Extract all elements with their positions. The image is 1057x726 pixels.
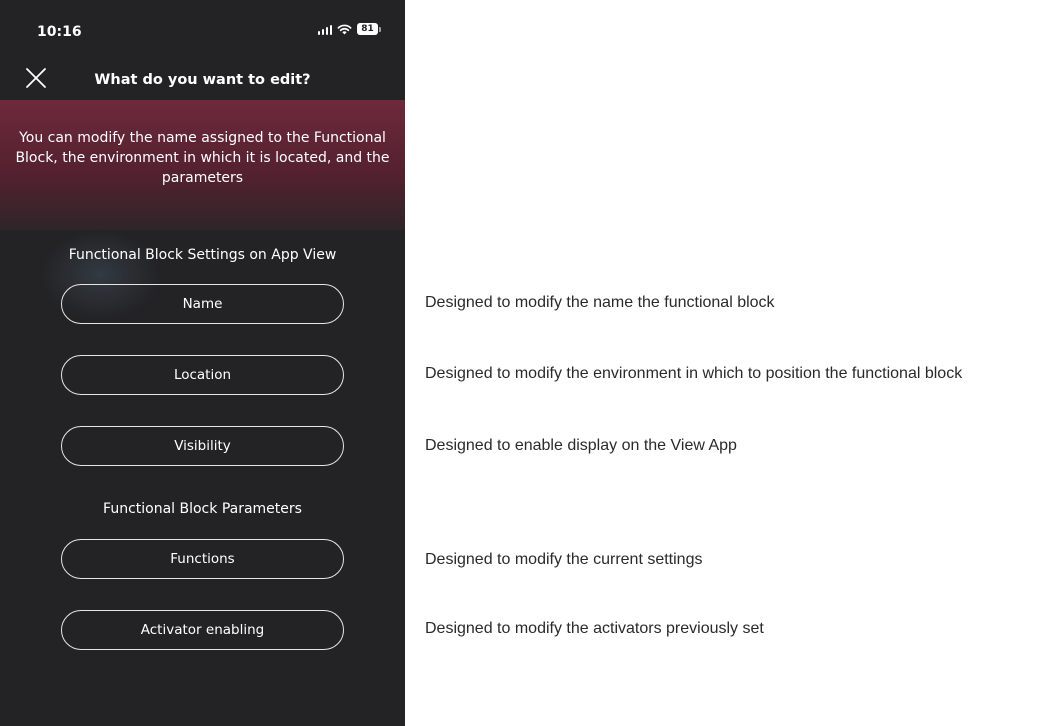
info-banner: You can modify the name assigned to the … [0, 100, 405, 230]
canvas: 10:16 81 What do you want to edit? You c… [0, 0, 1057, 726]
phone-screen: 10:16 81 What do you want to edit? You c… [0, 0, 405, 726]
wifi-icon [337, 24, 352, 34]
description-visibility: Designed to enable display on the View A… [425, 437, 737, 454]
battery-icon: 81 [357, 23, 381, 35]
status-time: 10:16 [37, 24, 82, 40]
status-bar: 10:16 81 [0, 0, 405, 48]
activator-enabling-button[interactable]: Activator enabling [61, 610, 344, 650]
location-button[interactable]: Location [61, 355, 344, 395]
signal-icon [317, 24, 332, 35]
visibility-button[interactable]: Visibility [61, 426, 344, 466]
battery-level: 81 [357, 23, 378, 35]
section-title-app-view: Functional Block Settings on App View [68, 247, 337, 263]
nav-bar: What do you want to edit? [0, 58, 405, 100]
description-location: Designed to modify the environment in wh… [425, 365, 963, 382]
page-title: What do you want to edit? [94, 72, 311, 88]
banner-text: You can modify the name assigned to the … [15, 130, 390, 186]
section-title-parameters: Functional Block Parameters [103, 501, 302, 517]
description-functions: Designed to modify the current settings [425, 551, 703, 568]
description-activator-enabling: Designed to modify the activators previo… [425, 620, 764, 637]
name-button[interactable]: Name [61, 284, 344, 324]
functions-button[interactable]: Functions [61, 539, 344, 579]
status-icons: 81 [317, 23, 381, 35]
description-name: Designed to modify the name the function… [425, 294, 775, 311]
